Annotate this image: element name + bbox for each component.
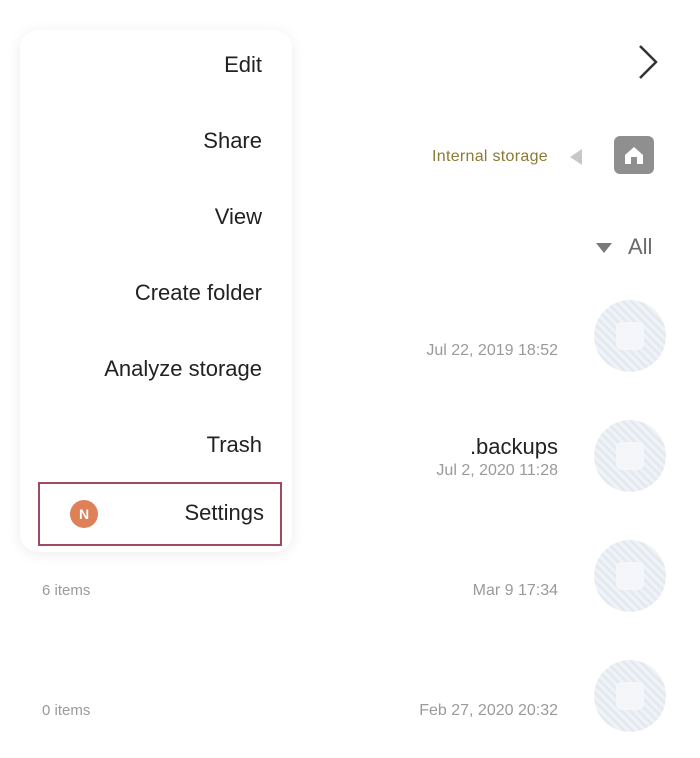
folder-icon: [594, 420, 666, 492]
home-icon[interactable]: [614, 136, 654, 174]
menu-item-trash[interactable]: Trash: [20, 410, 292, 486]
list-item[interactable]: Feb 27, 2020 20:32 0 items: [0, 660, 700, 758]
file-date: Feb 27, 2020 20:32: [419, 702, 558, 719]
folder-icon: [594, 540, 666, 612]
file-date: Jul 2, 2020 11:28: [436, 462, 558, 479]
filter-label: All: [628, 234, 653, 259]
menu-item-analyze-storage[interactable]: Analyze storage: [20, 334, 292, 410]
menu-item-label: Create folder: [134, 280, 262, 305]
folder-icon: [594, 300, 666, 372]
file-date: Mar 9 17:34: [472, 582, 558, 599]
options-menu: Edit Share View Create folder Analyze st…: [20, 30, 292, 552]
menu-item-edit[interactable]: Edit: [20, 30, 292, 106]
breadcrumb[interactable]: Internal storage: [420, 136, 670, 178]
menu-item-settings[interactable]: N Settings: [38, 482, 282, 546]
menu-item-share[interactable]: Share: [20, 106, 292, 182]
triangle-down-icon: [596, 243, 612, 253]
menu-item-label: Share: [203, 128, 262, 153]
menu-item-create-folder[interactable]: Create folder: [20, 258, 292, 334]
triangle-left-icon: [570, 149, 582, 165]
chevron-icon[interactable]: [628, 42, 664, 82]
menu-item-label: Settings: [184, 500, 265, 525]
file-manager-screen: Internal storage All Jul 22, 2019 18:52 …: [0, 0, 700, 758]
menu-item-label: View: [214, 204, 262, 229]
file-count: 0 items: [42, 702, 91, 719]
filter-dropdown[interactable]: All: [596, 232, 666, 262]
file-date: Jul 22, 2019 18:52: [426, 342, 558, 359]
menu-item-label: Edit: [224, 52, 262, 77]
new-badge: N: [70, 500, 98, 528]
menu-item-label: Analyze storage: [104, 356, 262, 381]
file-name: .backups: [469, 434, 558, 459]
folder-icon: [594, 660, 666, 732]
menu-item-view[interactable]: View: [20, 182, 292, 258]
menu-item-label: Trash: [206, 432, 262, 457]
list-item[interactable]: Mar 9 17:34 6 items: [0, 540, 700, 640]
file-count: 6 items: [42, 582, 91, 599]
storage-label: Internal storage: [432, 148, 548, 165]
